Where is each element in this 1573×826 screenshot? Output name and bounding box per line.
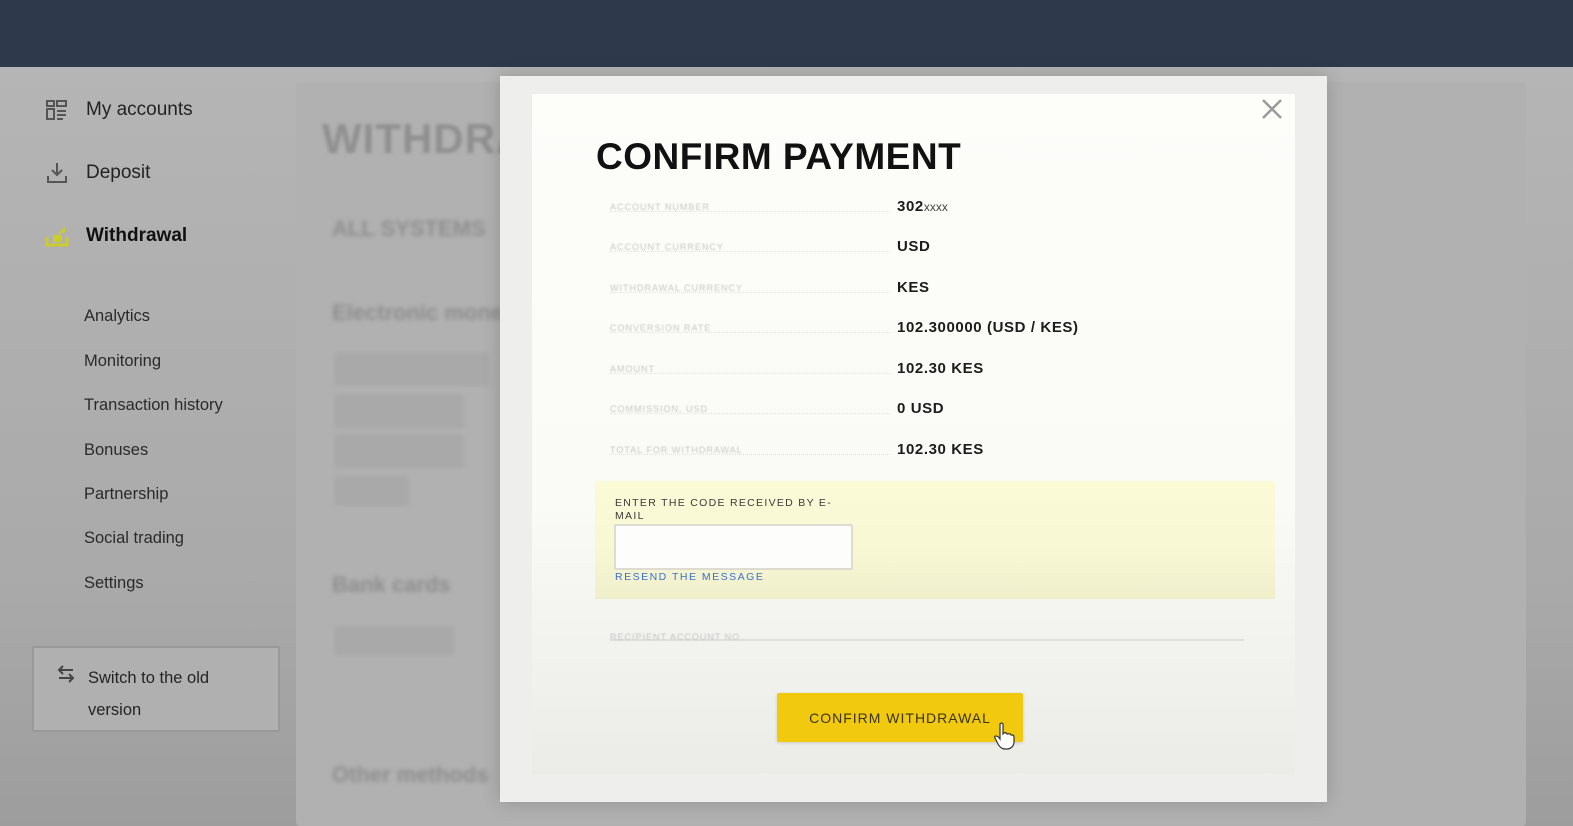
withdraw-tray-icon xyxy=(44,223,70,249)
swap-arrows-icon xyxy=(56,664,78,686)
payment-method-chip[interactable] xyxy=(334,352,489,386)
dotted-leader xyxy=(610,251,890,252)
switch-old-version-button[interactable]: Switch to the old version xyxy=(32,646,280,732)
detail-row-commission: Commission, USD 0 USD xyxy=(610,400,1250,420)
bank-card-chip[interactable] xyxy=(334,626,454,656)
sidebar: My accounts Deposit Withdrawal Analytics… xyxy=(0,67,290,826)
detail-value: 102.30 KES xyxy=(897,441,984,458)
detail-row-account-number: Account number 302xxxx xyxy=(610,198,1250,218)
switch-version-label: Switch to the old version xyxy=(88,669,210,719)
masked-digits: xxxx xyxy=(923,200,948,214)
dashboard-grid-icon xyxy=(44,97,70,123)
detail-value: 0 USD xyxy=(897,400,945,417)
dotted-leader xyxy=(610,454,890,455)
sidebar-item-monitoring[interactable]: Monitoring xyxy=(84,352,161,371)
filter-all-systems[interactable]: ALL SYSTEMS xyxy=(332,216,486,242)
dotted-leader xyxy=(610,413,890,414)
close-modal-button[interactable] xyxy=(1259,98,1285,124)
payment-method-chip[interactable] xyxy=(334,394,464,428)
sidebar-item-deposit[interactable]: Deposit xyxy=(44,160,150,186)
detail-row-total: Total for withdrawal 102.30 KES xyxy=(610,441,1250,461)
payment-method-chip[interactable] xyxy=(334,434,464,468)
top-header-bar xyxy=(0,0,1573,67)
sidebar-item-label: Deposit xyxy=(86,162,151,183)
sidebar-item-label: Withdrawal xyxy=(86,225,188,246)
confirm-payment-modal xyxy=(532,94,1295,774)
detail-row-account-currency: Account currency USD xyxy=(610,238,1250,258)
sidebar-item-social-trading[interactable]: Social trading xyxy=(84,529,184,548)
close-x-icon xyxy=(1261,98,1283,125)
sidebar-item-bonuses[interactable]: Bonuses xyxy=(84,441,148,460)
modal-title: CONFIRM PAYMENT xyxy=(596,136,962,177)
resend-message-link[interactable]: RESEND THE MESSAGE xyxy=(615,571,764,583)
email-code-input[interactable] xyxy=(614,524,853,570)
download-tray-icon xyxy=(44,160,70,186)
sidebar-item-label: My accounts xyxy=(86,99,193,120)
dotted-leader xyxy=(610,292,890,293)
detail-value: 302xxxx xyxy=(897,198,948,215)
payment-method-chip[interactable] xyxy=(334,476,409,506)
sidebar-item-transaction-history[interactable]: Transaction history xyxy=(84,396,223,415)
detail-value: KES xyxy=(897,279,930,296)
detail-row-withdrawal-currency: Withdrawal currency KES xyxy=(610,279,1250,299)
email-code-label: ENTER THE CODE RECEIVED BY E-MAIL xyxy=(615,497,833,522)
section-other-methods: Other methods xyxy=(332,762,489,787)
dotted-leader xyxy=(610,332,890,333)
section-electronic-money: Electronic money xyxy=(332,300,516,325)
hand-pointer-cursor-icon xyxy=(993,722,1015,750)
detail-value: USD xyxy=(897,238,931,255)
detail-value: 102.300000 (USD / KES) xyxy=(897,319,1079,336)
detail-row-amount: Amount 102.30 KES xyxy=(610,360,1250,380)
sidebar-item-settings[interactable]: Settings xyxy=(84,574,144,593)
sidebar-item-my-accounts[interactable]: My accounts xyxy=(44,97,193,123)
section-bank-cards: Bank cards xyxy=(332,572,451,597)
detail-value: 102.30 KES xyxy=(897,360,984,377)
dotted-leader xyxy=(610,373,890,374)
sidebar-item-partnership[interactable]: Partnership xyxy=(84,485,168,504)
confirm-withdrawal-button[interactable]: CONFIRM WITHDRAWAL xyxy=(777,693,1023,742)
recipient-account-label: Recipient account no. xyxy=(610,632,744,642)
detail-row-conversion-rate: Conversion rate 102.300000 (USD / KES) xyxy=(610,319,1250,339)
sidebar-item-analytics[interactable]: Analytics xyxy=(84,307,150,326)
recipient-account-row: Recipient account no. xyxy=(610,627,1244,642)
sidebar-item-withdrawal[interactable]: Withdrawal xyxy=(44,223,187,249)
dotted-leader xyxy=(610,211,890,212)
